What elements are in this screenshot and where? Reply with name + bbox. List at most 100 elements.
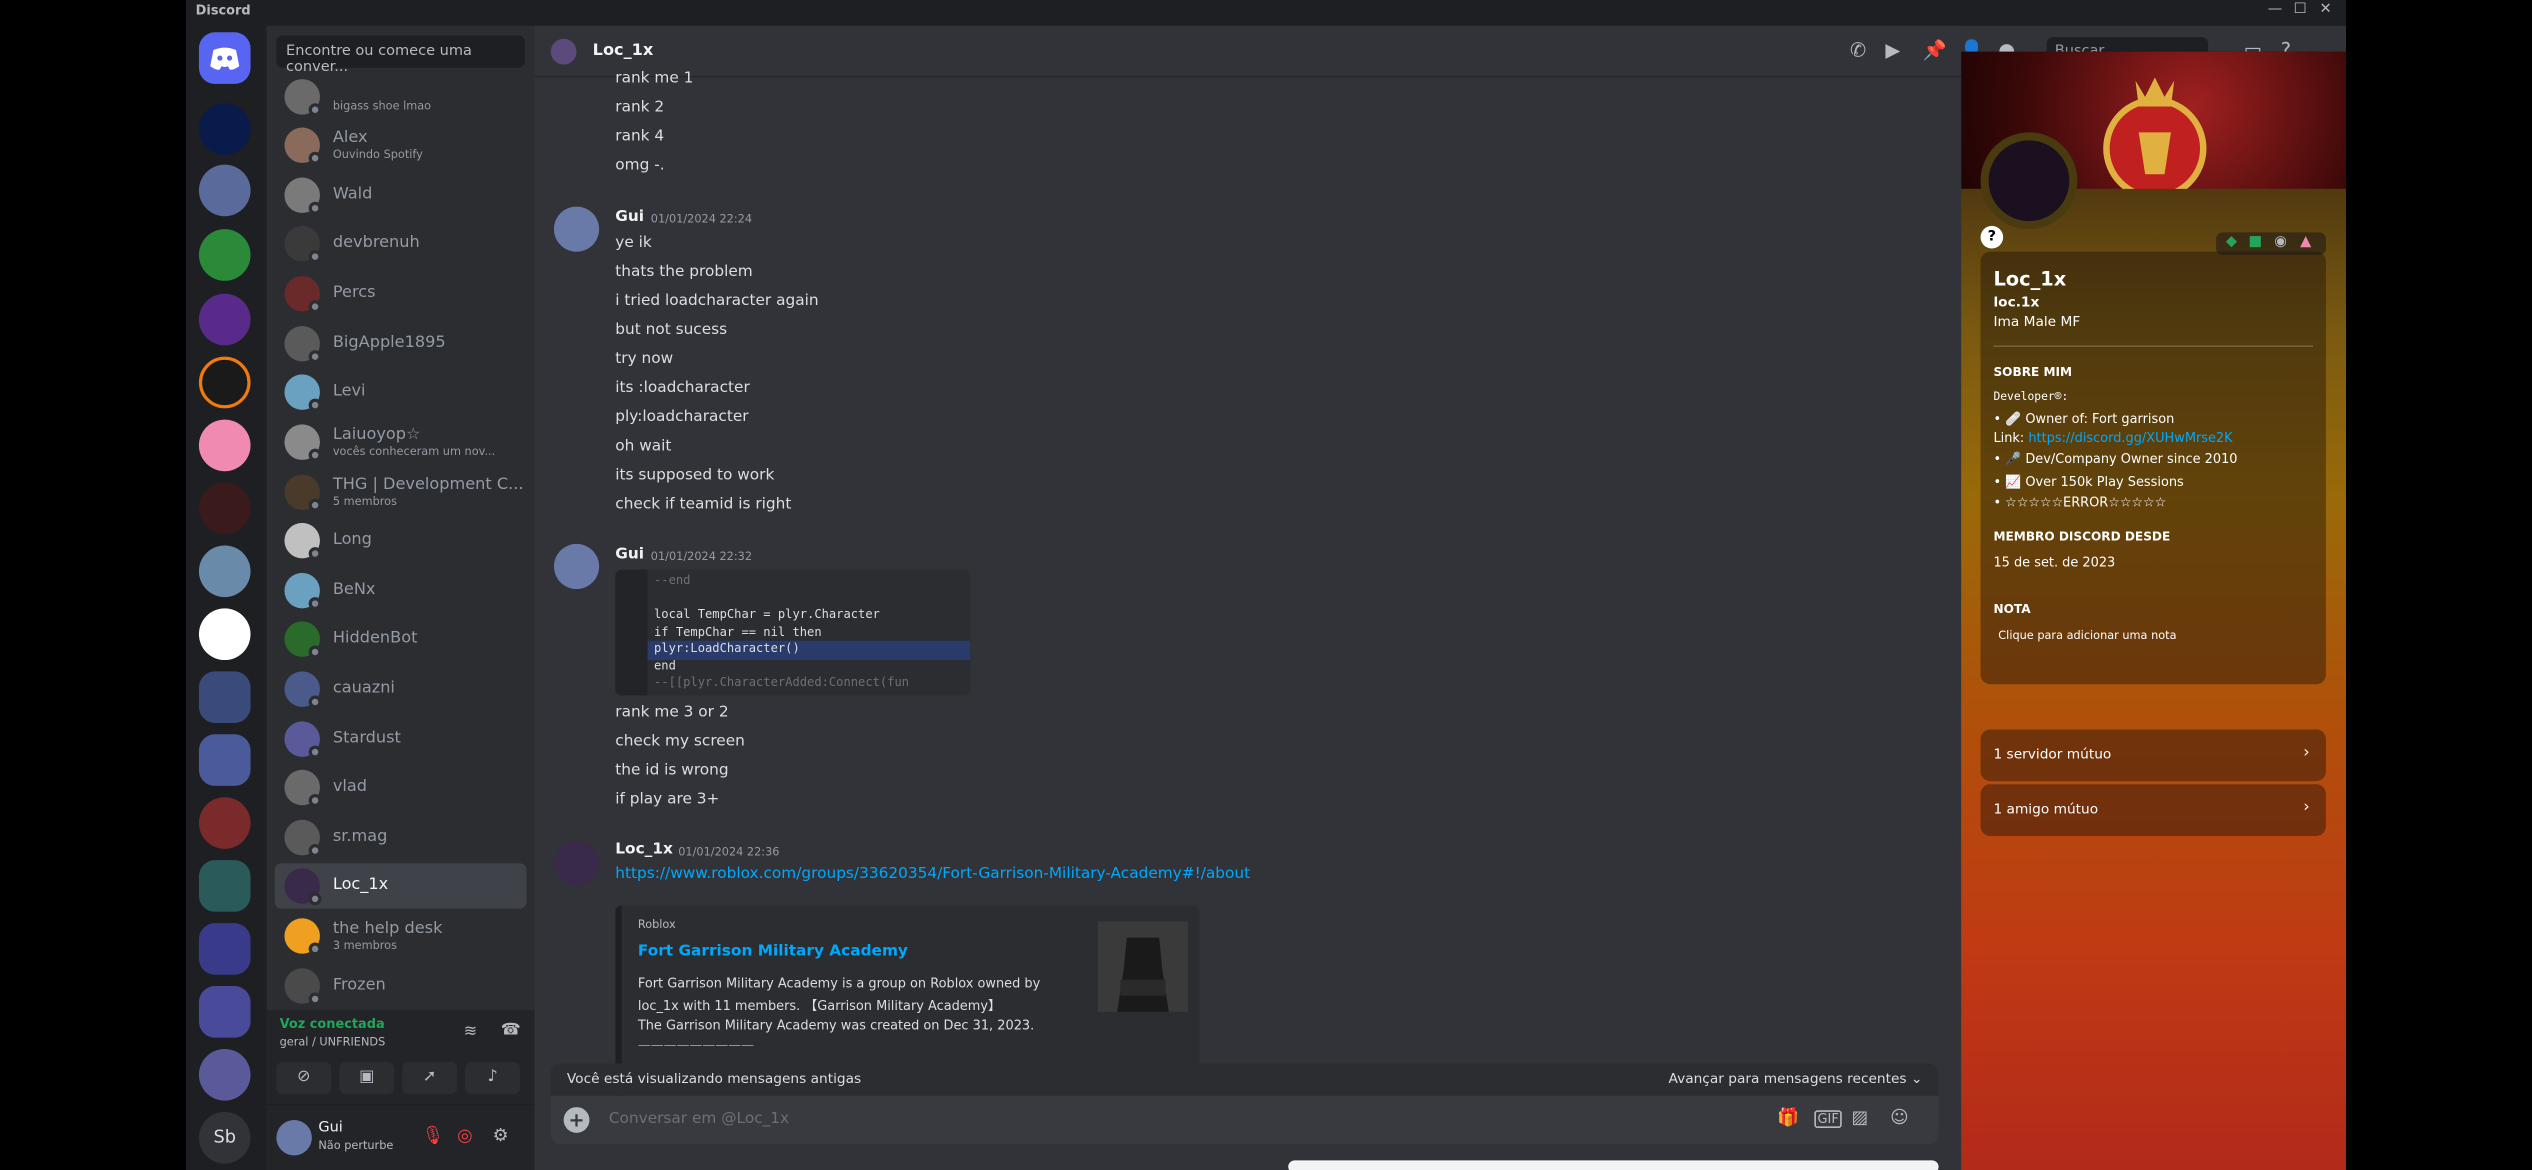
deafen-icon[interactable]: ◎ [457,1125,473,1146]
message-input[interactable]: Conversar em @Loc_1x [609,1110,789,1128]
message-text: oh wait [615,437,672,456]
dm-name: sr.mag [332,827,388,846]
avatar[interactable] [553,543,600,590]
dm-item[interactable]: Laiuoyop☆ vocês conheceram um nov... [275,420,527,465]
mute-icon[interactable]: 🎙 [422,1125,445,1146]
mutual-servers-button[interactable]: 1 servidor mútuo › [1980,729,2326,782]
dm-item[interactable]: Loc_1x [274,863,527,909]
dm-item[interactable]: the help desk 3 membros [275,913,527,958]
disconnect-icon[interactable]: ☎ [501,1022,521,1040]
dm-item[interactable]: Stardust [275,717,527,762]
note-input[interactable]: Clique para adicionar uma nota [1998,629,2176,642]
avatar[interactable] [553,206,600,252]
dm-item[interactable]: Alex Ouvindo Spotify [275,123,527,168]
dm-item[interactable]: BeNx [275,568,527,613]
dm-name: Loc_1x [332,876,389,895]
voice-call-icon[interactable]: ✆ [1850,39,1866,62]
server-folder-icon[interactable] [198,734,251,786]
help-badge-icon: ? [1980,225,2004,249]
dm-item[interactable]: Levi [275,370,527,415]
message-composer: + Conversar em @Loc_1x 🎁 GIF ▨ ☺ [550,1095,1939,1145]
gif-icon[interactable]: GIF [1814,1110,1843,1129]
profile-pronouns: Ima Male MF [1993,314,2081,331]
status-dot [308,942,322,956]
message-link[interactable]: https://www.roblox.com/groups/33620354/F… [615,865,1250,883]
badge-icon[interactable]: ■ [2248,234,2262,250]
dm-item[interactable]: sr.mag [275,815,527,860]
server-icon[interactable] [198,164,251,217]
server-icon[interactable] [198,482,251,535]
minimize-icon[interactable]: — [2268,2,2283,18]
message-author[interactable]: Gui [615,208,644,226]
status-dot [308,103,322,117]
video-call-icon[interactable]: ▶ [1885,39,1900,62]
server-icon[interactable] [198,545,251,598]
server-folder-icon[interactable] [198,860,251,912]
chevron-down-icon: ⌄ [1910,1071,1923,1088]
server-folder-icon[interactable] [198,986,251,1038]
server-icon[interactable] [198,356,251,409]
dm-search-input[interactable]: Encontre ou comece uma conver... [276,35,525,76]
sticker-icon[interactable]: ▨ [1851,1107,1868,1128]
avatar[interactable] [276,1119,312,1156]
emoji-icon[interactable]: ☺ [1890,1107,1909,1128]
server-icon[interactable] [198,229,251,281]
dm-item[interactable]: Percs [275,271,527,316]
signal-icon[interactable]: ≋ [464,1023,478,1041]
message-author[interactable]: Gui [615,545,644,563]
server-icon[interactable] [198,419,251,472]
embed-thumbnail[interactable] [1097,921,1189,1012]
badge-icon[interactable]: ▲ [2300,234,2311,250]
embed-title[interactable]: Fort Garrison Military Academy [638,942,908,960]
message-author[interactable]: Loc_1x [615,841,673,859]
profile-avatar[interactable] [1980,132,2078,230]
dm-item[interactable]: cauazni [275,666,527,711]
dm-item[interactable]: vlad [275,765,527,810]
dm-item[interactable]: THG | Development C... 5 membros [275,470,527,515]
home-discord-icon[interactable] [198,32,251,84]
code-line: plyr:LoadCharacter() [654,640,800,656]
chevron-right-icon: › [2303,798,2310,817]
server-folder-icon[interactable] [198,923,251,975]
settings-gear-icon[interactable]: ⚙ [493,1125,509,1146]
pin-icon[interactable]: 📌 [1922,39,1946,62]
dm-item[interactable]: Long [275,518,527,563]
server-initials-icon[interactable]: Sb [198,1111,251,1164]
badge-icon[interactable]: ◆ [2226,234,2237,250]
dm-item[interactable]: Wald [275,173,527,218]
message-text: rank me 1 [615,69,694,88]
dm-item[interactable]: HiddenBot [275,616,527,661]
maximize-icon[interactable]: ☐ [2294,2,2307,18]
dm-item[interactable]: devbrenuh [275,221,527,266]
server-icon[interactable] [198,103,251,155]
server-icon[interactable] [198,293,251,346]
scroll-handle[interactable] [1288,1160,1939,1170]
close-icon[interactable]: ✕ [2319,2,2331,18]
gift-icon[interactable]: 🎁 [1777,1107,1799,1128]
camera-off-icon[interactable]: ⊘ [276,1061,332,1095]
jump-to-recent-button[interactable]: Avançar para mensagens recentes ⌄ [1669,1072,1923,1088]
server-icon[interactable] [198,608,251,661]
status-dot [308,597,322,611]
soundboard-icon[interactable]: ♪ [465,1061,521,1095]
badge-icon[interactable]: ◉ [2274,234,2287,250]
dm-item[interactable]: BigApple1895 [275,321,527,366]
server-icon[interactable] [198,797,251,849]
dm-item[interactable]: bigass shoe lmao [275,74,527,119]
activity-rocket-icon[interactable]: ➚ [402,1061,458,1095]
about-link[interactable]: https://discord.gg/XUHwMrse2K [2028,431,2232,446]
message-text: the id is wrong [615,761,729,780]
mutual-friends-button[interactable]: 1 amigo mútuo › [1980,784,2326,836]
message-text: check if teamid is right [615,495,792,514]
server-folder-icon[interactable] [198,671,251,723]
dm-item[interactable]: Frozen [275,963,527,1008]
status-dot [308,645,322,659]
server-icon[interactable] [198,1048,251,1101]
avatar[interactable] [553,840,600,886]
chevron-right-icon: › [2303,743,2310,762]
upload-plus-icon[interactable]: + [563,1107,590,1133]
screen-share-icon[interactable]: ▣ [339,1061,395,1095]
old-messages-bar[interactable]: Você está visualizando mensagens antigas… [550,1063,1939,1096]
voice-channel[interactable]: geral / UNFRIENDS [280,1036,386,1049]
status-dot [308,745,322,759]
